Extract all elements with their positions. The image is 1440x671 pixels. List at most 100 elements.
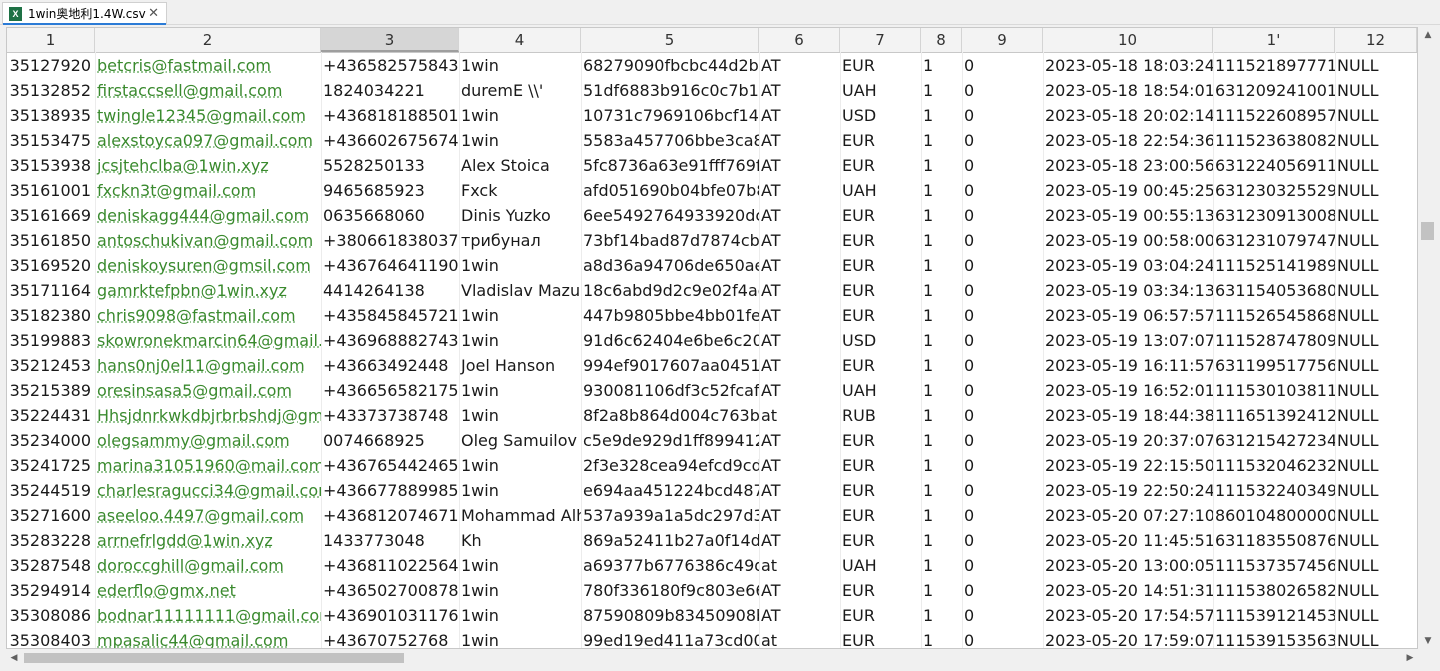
cell-account-number[interactable]: 860104800000: [1213, 503, 1335, 528]
cell-id[interactable]: 35308086: [7, 603, 95, 628]
cell-id[interactable]: 35138935: [7, 103, 95, 128]
cell-status[interactable]: NULL: [1335, 203, 1417, 228]
cell-phone[interactable]: +4368120746713: [321, 503, 459, 528]
cell-created-at[interactable]: 2023-05-18 18:03:24: [1043, 53, 1213, 78]
cell-currency[interactable]: EUR: [840, 303, 921, 328]
cell-created-at[interactable]: 2023-05-19 16:52:01: [1043, 378, 1213, 403]
file-tab[interactable]: X 1win奥地利1.4W.csv ✕: [2, 2, 167, 25]
cell-email[interactable]: antoschukivan@gmail.com: [95, 228, 321, 253]
cell-country[interactable]: AT: [759, 103, 840, 128]
cell-id[interactable]: 35234000: [7, 428, 95, 453]
column-header-5[interactable]: 5: [581, 28, 759, 52]
cell-country[interactable]: AT: [759, 478, 840, 503]
cell-email[interactable]: ederflo@gmx.net: [95, 578, 321, 603]
cell-email[interactable]: bodnar11111111@gmail.com: [95, 603, 321, 628]
table-row[interactable]: 35308403 mpasalic44@gmail.com +43670752768…: [7, 628, 1417, 648]
cell-id[interactable]: 35182380: [7, 303, 95, 328]
horizontal-scrollbar[interactable]: ◀ ▶: [6, 649, 1418, 667]
cell-country[interactable]: AT: [759, 603, 840, 628]
cell-status[interactable]: NULL: [1335, 578, 1417, 603]
cell-flag-a[interactable]: 1: [921, 78, 962, 103]
cell-flag-b[interactable]: 0: [962, 203, 1043, 228]
cell-id[interactable]: 35161001: [7, 178, 95, 203]
cell-status[interactable]: NULL: [1335, 603, 1417, 628]
table-row[interactable]: 35241725 marina31051960@mail.com +43676544…: [7, 453, 1417, 478]
cell-phone[interactable]: +4358458457215: [321, 303, 459, 328]
table-row[interactable]: 35169520 deniskoysuren@gmsil.com +43676464…: [7, 253, 1417, 278]
cell-country[interactable]: AT: [759, 378, 840, 403]
cell-id[interactable]: 35241725: [7, 453, 95, 478]
cell-currency[interactable]: RUB: [840, 403, 921, 428]
cell-email[interactable]: olegsammy@gmail.com: [95, 428, 321, 453]
column-header-1[interactable]: 1': [1213, 28, 1335, 52]
cell-country[interactable]: AT: [759, 278, 840, 303]
cell-account-number[interactable]: 631209241001: [1213, 78, 1335, 103]
cell-currency[interactable]: EUR: [840, 428, 921, 453]
scroll-down-icon[interactable]: ▼: [1418, 633, 1438, 649]
cell-flag-a[interactable]: 1: [921, 478, 962, 503]
cell-id[interactable]: 35294914: [7, 578, 95, 603]
cell-hash[interactable]: 447b9805bbe4bb01feb: [581, 303, 759, 328]
table-row[interactable]: 35153938 jcsjtehclba@1win.xyz 5528250133 Al…: [7, 153, 1417, 178]
cell-phone[interactable]: +43663492448: [321, 353, 459, 378]
cell-created-at[interactable]: 2023-05-18 23:00:56: [1043, 153, 1213, 178]
cell-currency[interactable]: EUR: [840, 253, 921, 278]
cell-flag-b[interactable]: 0: [962, 278, 1043, 303]
cell-email[interactable]: alexstoyca097@gmail.com: [95, 128, 321, 153]
cell-id[interactable]: 35215389: [7, 378, 95, 403]
table-row[interactable]: 35138935 twingle12345@gmail.com +436818188…: [7, 103, 1417, 128]
cell-hash[interactable]: 994ef9017607aa0451b: [581, 353, 759, 378]
cell-account-number[interactable]: 631231079747: [1213, 228, 1335, 253]
cell-currency[interactable]: EUR: [840, 353, 921, 378]
cell-account-number[interactable]: 631215427234: [1213, 428, 1335, 453]
cell-hash[interactable]: 5fc8736a63e91fff769ff: [581, 153, 759, 178]
cell-phone[interactable]: +43373738748: [321, 403, 459, 428]
cell-country[interactable]: AT: [759, 78, 840, 103]
cell-created-at[interactable]: 2023-05-18 20:02:14: [1043, 103, 1213, 128]
cell-name[interactable]: 1win: [459, 603, 581, 628]
cell-country[interactable]: AT: [759, 253, 840, 278]
cell-flag-a[interactable]: 1: [921, 353, 962, 378]
cell-name[interactable]: 1win: [459, 253, 581, 278]
cell-account-number[interactable]: 1115226089572: [1213, 103, 1335, 128]
cell-email[interactable]: betcris@fastmail.com: [95, 53, 321, 78]
table-row[interactable]: 35287548 doroccghill@gmail.com +4368110225…: [7, 553, 1417, 578]
cell-name[interactable]: 1win: [459, 453, 581, 478]
cell-created-at[interactable]: 2023-05-19 00:55:13: [1043, 203, 1213, 228]
cell-id[interactable]: 35161850: [7, 228, 95, 253]
cell-account-number[interactable]: 1115236380829: [1213, 128, 1335, 153]
cell-phone[interactable]: 0635668060: [321, 203, 459, 228]
cell-flag-b[interactable]: 0: [962, 603, 1043, 628]
cell-name[interactable]: 1win: [459, 578, 581, 603]
cell-country[interactable]: AT: [759, 328, 840, 353]
cell-created-at[interactable]: 2023-05-19 22:50:24: [1043, 478, 1213, 503]
cell-email[interactable]: deniskagg444@gmail.com: [95, 203, 321, 228]
cell-hash[interactable]: 780f336180f9c803e665: [581, 578, 759, 603]
cell-phone[interactable]: +4369688827432: [321, 328, 459, 353]
cell-flag-b[interactable]: 0: [962, 328, 1043, 353]
cell-country[interactable]: at: [759, 553, 840, 578]
cell-email[interactable]: aseeloo.4497@gmail.com: [95, 503, 321, 528]
cell-flag-b[interactable]: 0: [962, 528, 1043, 553]
cell-flag-a[interactable]: 1: [921, 328, 962, 353]
table-row[interactable]: 35161001 fxckn3t@gmail.com 9465685923 Fxck a…: [7, 178, 1417, 203]
cell-created-at[interactable]: 2023-05-20 17:54:57: [1043, 603, 1213, 628]
cell-status[interactable]: NULL: [1335, 453, 1417, 478]
cell-id[interactable]: 35169520: [7, 253, 95, 278]
cell-country[interactable]: AT: [759, 53, 840, 78]
cell-status[interactable]: NULL: [1335, 553, 1417, 578]
column-header-10[interactable]: 10: [1043, 28, 1213, 52]
cell-hash[interactable]: 930081106df3c52fcaf2: [581, 378, 759, 403]
column-header-2[interactable]: 2: [95, 28, 321, 52]
table-row[interactable]: 35153475 alexstoyca097@gmail.com +43660267…: [7, 128, 1417, 153]
cell-country[interactable]: AT: [759, 128, 840, 153]
cell-name[interactable]: 1win: [459, 328, 581, 353]
cell-currency[interactable]: UAH: [840, 78, 921, 103]
column-header-3[interactable]: 3: [321, 28, 459, 52]
cell-hash[interactable]: 869a52411b27a0f14d0: [581, 528, 759, 553]
cell-created-at[interactable]: 2023-05-19 16:11:57: [1043, 353, 1213, 378]
cell-created-at[interactable]: 2023-05-19 03:34:13: [1043, 278, 1213, 303]
cell-email[interactable]: arrnefrlgdd@1win.xyz: [95, 528, 321, 553]
column-header-8[interactable]: 8: [921, 28, 962, 52]
cell-email[interactable]: doroccghill@gmail.com: [95, 553, 321, 578]
